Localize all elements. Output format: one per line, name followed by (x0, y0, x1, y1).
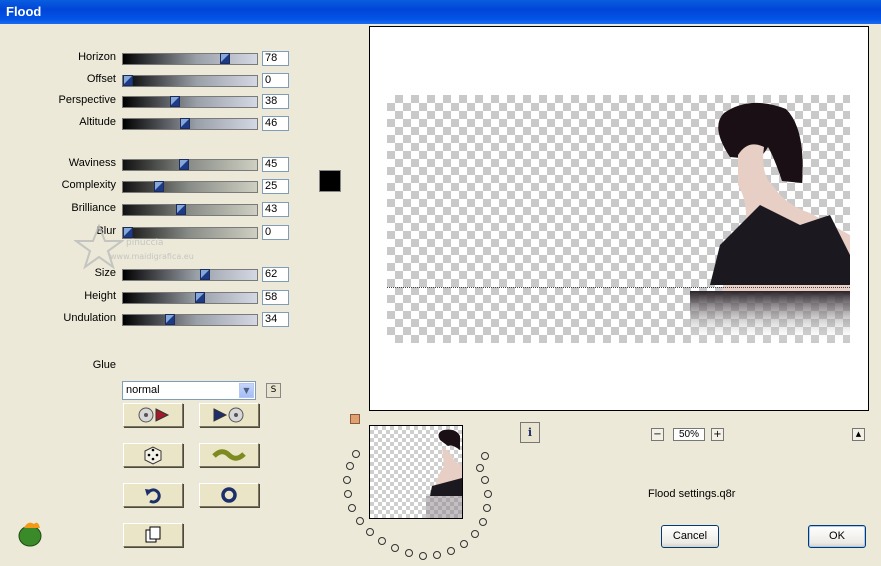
preview-canvas (387, 95, 850, 343)
watermark-url: www.maidigrafica.eu (110, 252, 194, 261)
star-watermark-icon (72, 223, 126, 270)
logo-icon (18, 522, 42, 547)
slider-label-waviness: Waviness (68, 157, 116, 169)
navigator-thumbnail[interactable] (369, 425, 463, 519)
zoom-in-button[interactable]: + (711, 428, 724, 441)
preview-area[interactable] (369, 26, 869, 411)
slider-track-horizon[interactable] (122, 53, 258, 65)
zoom-out-button[interactable]: − (651, 428, 664, 441)
slider-track-brilliance[interactable] (122, 204, 258, 216)
slider-value-offset[interactable]: 0 (262, 73, 289, 88)
slider-thumb[interactable] (165, 314, 175, 325)
glue-label: Glue (92, 359, 116, 371)
slider-value-waviness[interactable]: 45 (262, 157, 289, 172)
color-swatch[interactable] (319, 170, 341, 192)
slider-value-perspective[interactable]: 38 (262, 94, 289, 109)
slider-label-complexity: Complexity (61, 179, 116, 191)
slider-thumb[interactable] (220, 53, 230, 64)
reset-button[interactable] (199, 483, 259, 507)
slider-track-height[interactable] (122, 292, 258, 304)
slider-track-offset[interactable] (122, 75, 258, 87)
slider-label-offset: Offset (86, 73, 116, 85)
slider-track-complexity[interactable] (122, 181, 258, 193)
undo-icon (145, 488, 161, 504)
slider-label-brilliance: Brilliance (71, 202, 116, 214)
slider-thumb[interactable] (170, 96, 180, 107)
slider-track-altitude[interactable] (122, 118, 258, 130)
slider-value-height[interactable]: 58 (262, 290, 289, 305)
disc-arrow-right-icon (138, 407, 170, 423)
ok-button[interactable]: OK (808, 525, 866, 548)
glue-select[interactable]: normal ▼ (122, 381, 256, 400)
horizon-line (387, 287, 850, 288)
slider-thumb[interactable] (123, 227, 133, 238)
slider-track-waviness[interactable] (122, 159, 258, 171)
slider-track-undulation[interactable] (122, 314, 258, 326)
slider-value-horizon[interactable]: 78 (262, 51, 289, 66)
info-icon[interactable]: i (520, 422, 540, 443)
cancel-button[interactable]: Cancel (661, 525, 719, 548)
thumbnail-image (426, 429, 462, 518)
slider-thumb[interactable] (179, 159, 189, 170)
randomize-button[interactable] (123, 443, 183, 467)
slider-label-undulation: Undulation (63, 312, 116, 324)
wave-icon (212, 449, 246, 461)
scroll-up-icon[interactable]: ▲ (852, 428, 865, 441)
watermark: pinuccia www.maidigrafica.eu (72, 223, 194, 273)
slider-value-blur[interactable]: 0 (262, 225, 289, 240)
dice-icon (144, 446, 162, 465)
copy-pages-icon (145, 526, 161, 543)
undo-button[interactable] (123, 483, 183, 507)
play-forward-button[interactable] (123, 403, 183, 427)
slider-label-perspective: Perspective (58, 94, 116, 106)
slider-label-altitude: Altitude (79, 116, 116, 128)
glue-value: normal (126, 384, 160, 396)
settings-file-label: Flood settings.q8r (648, 488, 736, 500)
window-title: Flood (6, 4, 42, 19)
slider-value-undulation[interactable]: 34 (262, 312, 289, 327)
watermark-name: pinuccia (126, 238, 164, 248)
slider-thumb[interactable] (123, 75, 133, 86)
copy-button[interactable] (123, 523, 183, 547)
slider-label-horizon: Horizon (78, 51, 116, 63)
woman-portrait-image (690, 102, 850, 343)
play-back-button[interactable] (199, 403, 259, 427)
title-bar: Flood (0, 0, 881, 24)
slider-track-size[interactable] (122, 269, 258, 281)
glue-s-button[interactable]: S (266, 383, 281, 398)
arrow-disc-icon (213, 407, 244, 423)
slider-value-brilliance[interactable]: 43 (262, 202, 289, 217)
slider-value-complexity[interactable]: 25 (262, 179, 289, 194)
flood-dialog: Horizon 78 Offset 0 Perspective 38 Altitude 46 W… (0, 24, 881, 566)
ring-icon (221, 487, 237, 503)
slider-value-altitude[interactable]: 46 (262, 116, 289, 131)
slider-thumb[interactable] (195, 292, 205, 303)
slider-track-perspective[interactable] (122, 96, 258, 108)
slider-thumb[interactable] (200, 269, 210, 280)
slider-thumb[interactable] (180, 118, 190, 129)
wave-button[interactable] (199, 443, 259, 467)
slider-label-height: Height (84, 290, 116, 302)
slider-value-size[interactable]: 62 (262, 267, 289, 282)
slider-thumb[interactable] (176, 204, 186, 215)
zoom-level: 50% (673, 428, 705, 441)
slider-thumb[interactable] (154, 181, 164, 192)
chevron-down-icon[interactable]: ▼ (239, 383, 254, 398)
